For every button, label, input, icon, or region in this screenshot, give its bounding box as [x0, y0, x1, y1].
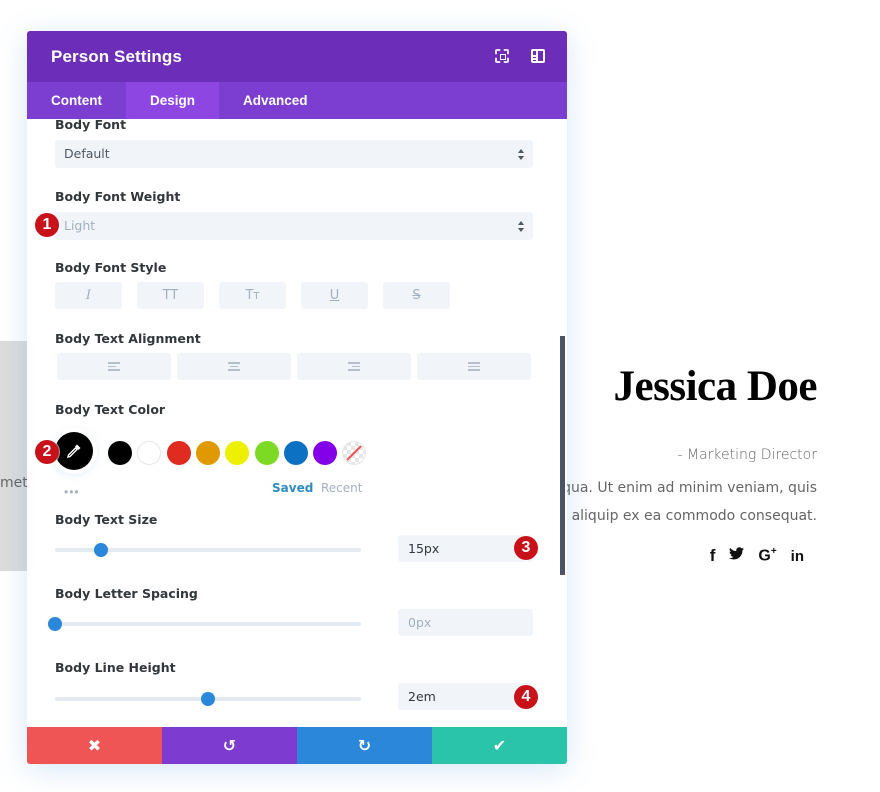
body-font-weight-value: Light — [64, 218, 96, 233]
body-text-size-label: Body Text Size — [55, 512, 158, 527]
align-left-button[interactable] — [57, 353, 171, 380]
align-right-button[interactable] — [297, 353, 411, 380]
modal-title: Person Settings — [51, 46, 182, 66]
undo-button[interactable]: ↺ — [162, 727, 297, 764]
eyedropper-icon — [67, 444, 81, 458]
saved-colors-tab[interactable]: Saved — [272, 481, 313, 495]
slider-thumb[interactable] — [93, 543, 108, 557]
body-text-color-label: Body Text Color — [55, 402, 166, 417]
align-justify-button[interactable] — [417, 353, 531, 380]
settings-content: Body Font Default Body Font Weight Light… — [27, 119, 567, 727]
person-role: - Marketing Director — [677, 447, 817, 463]
step-badge-3: 3 — [514, 536, 538, 560]
italic-button[interactable]: I — [55, 282, 122, 309]
modal-header: Person Settings — [27, 31, 567, 82]
redo-button[interactable]: ↻ — [297, 727, 432, 764]
person-settings-modal: Person Settings Content Design Advanced … — [27, 31, 567, 764]
select-arrows-icon — [518, 149, 524, 160]
swatch-yellow[interactable] — [225, 441, 250, 465]
swatch-blue[interactable] — [283, 441, 308, 465]
body-font-weight-label: Body Font Weight — [55, 189, 181, 204]
tab-design[interactable]: Design — [126, 82, 220, 119]
more-colors-icon[interactable]: ••• — [64, 485, 80, 499]
swatch-white[interactable] — [137, 441, 162, 465]
align-left-icon — [108, 362, 120, 371]
align-center-button[interactable] — [177, 353, 291, 380]
body-letter-spacing-input[interactable]: 0px — [398, 609, 533, 636]
color-picker-button[interactable] — [55, 432, 93, 470]
linkedin-icon[interactable]: in — [791, 548, 804, 565]
text-alignment-group — [57, 353, 533, 380]
scrollbar[interactable] — [560, 336, 565, 575]
slider-thumb[interactable] — [48, 617, 62, 631]
swatch-green[interactable] — [254, 441, 279, 465]
recent-colors-tab[interactable]: Recent — [321, 481, 362, 495]
tab-content[interactable]: Content — [27, 82, 126, 119]
swatch-red[interactable] — [166, 441, 191, 465]
align-justify-icon — [468, 362, 480, 371]
select-arrows-icon — [518, 221, 524, 232]
google-plus-icon[interactable]: G+ — [758, 546, 776, 565]
align-center-icon — [228, 362, 240, 371]
social-icons: f G+ in — [710, 546, 804, 566]
tab-bar: Content Design Advanced — [27, 82, 567, 119]
body-line-height-slider[interactable] — [55, 692, 361, 706]
step-badge-4: 4 — [514, 685, 538, 709]
small-caps-button[interactable]: TT — [219, 282, 286, 309]
swatch-orange[interactable] — [195, 441, 220, 465]
slider-thumb[interactable] — [201, 692, 215, 706]
body-font-label: Body Font — [55, 119, 127, 132]
expand-icon[interactable] — [495, 49, 509, 63]
check-icon: ✔ — [492, 737, 507, 755]
cancel-button[interactable]: ✖ — [27, 727, 162, 764]
twitter-icon[interactable] — [729, 547, 745, 565]
body-font-weight-select[interactable]: Light — [55, 212, 533, 240]
body-line-height-label: Body Line Height — [55, 660, 176, 675]
person-name: Jessica Doe — [613, 363, 818, 410]
swatch-transparent[interactable] — [342, 441, 367, 465]
strikethrough-button[interactable]: S — [383, 282, 450, 309]
underline-button[interactable]: U — [301, 282, 368, 309]
save-button[interactable]: ✔ — [432, 727, 567, 764]
body-letter-spacing-label: Body Letter Spacing — [55, 586, 198, 601]
tab-advanced[interactable]: Advanced — [219, 82, 332, 119]
facebook-icon[interactable]: f — [710, 546, 716, 566]
close-icon: ✖ — [87, 737, 102, 755]
redo-icon: ↻ — [357, 737, 372, 755]
body-line-height-input[interactable]: 2em — [398, 683, 533, 710]
align-right-icon — [348, 362, 360, 371]
modal-footer: ✖ ↺ ↻ ✔ — [27, 727, 567, 764]
undo-icon: ↺ — [222, 737, 237, 755]
body-font-value: Default — [64, 146, 110, 161]
body-font-select[interactable]: Default — [55, 140, 533, 168]
uppercase-button[interactable]: TT — [137, 282, 204, 309]
split-view-icon[interactable] — [531, 49, 545, 63]
step-badge-1: 1 — [35, 213, 59, 237]
body-font-style-label: Body Font Style — [55, 260, 167, 275]
body-text-size-slider[interactable] — [55, 543, 361, 557]
body-letter-spacing-slider[interactable] — [48, 617, 361, 631]
body-text-alignment-label: Body Text Alignment — [55, 331, 201, 346]
step-badge-2: 2 — [35, 440, 59, 464]
swatch-purple[interactable] — [313, 441, 338, 465]
body-text-size-input[interactable]: 15px — [398, 535, 533, 562]
font-style-group: I TT TT U S — [55, 282, 455, 309]
swatch-black[interactable] — [108, 441, 132, 465]
